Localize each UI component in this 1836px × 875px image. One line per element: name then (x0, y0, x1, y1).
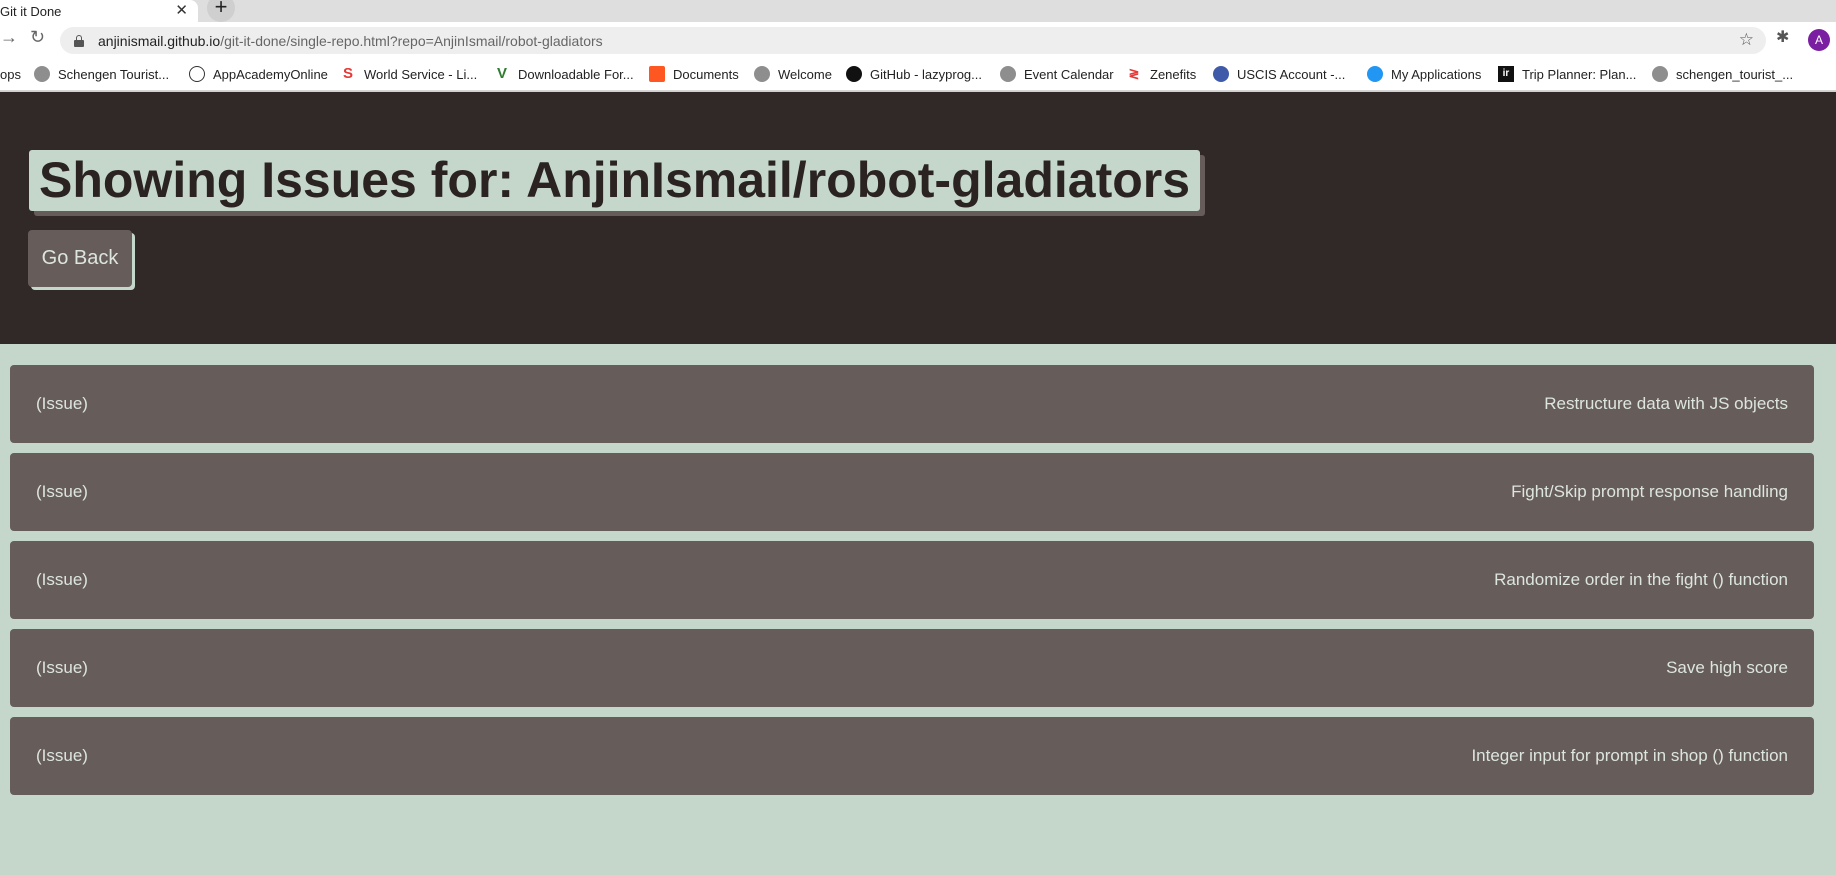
globe-icon (1000, 66, 1016, 82)
bookmark-label: Event Calendar (1024, 66, 1114, 82)
bookmark-label: AppAcademyOnline (213, 66, 328, 82)
bookmark-apps[interactable]: ops (0, 59, 21, 89)
tab-strip: Git it Done ✕ + (0, 0, 1836, 22)
ir-icon: ir (1498, 66, 1514, 82)
address-bar[interactable]: anjinismail.github.io/git-it-done/single… (60, 27, 1766, 54)
issue-item[interactable]: (Issue) Restructure data with JS objects (10, 365, 1814, 443)
url-text: anjinismail.github.io/git-it-done/single… (98, 33, 603, 49)
aao-icon (189, 66, 205, 82)
bookmark-downloadable[interactable]: V Downloadable For... (494, 59, 634, 89)
lightbulb-icon (1367, 66, 1383, 82)
url-host: anjinismail.github.io (98, 32, 221, 49)
ws-icon: S (342, 65, 353, 82)
v-icon: V (496, 65, 507, 82)
reload-icon[interactable]: ↻ (30, 27, 45, 48)
issue-item[interactable]: (Issue) Fight/Skip prompt response handl… (10, 453, 1814, 531)
bookmark-documents[interactable]: Documents (649, 59, 739, 89)
bookmark-world-service[interactable]: S World Service - Li... (340, 59, 477, 89)
issue-type: (Issue) (36, 394, 88, 413)
bookmark-label: ops (0, 66, 21, 82)
issue-title: Randomize order in the fight () function (1494, 570, 1788, 589)
bookmark-appacademy[interactable]: AppAcademyOnline (189, 59, 328, 89)
bookmark-label: Documents (673, 66, 739, 82)
lock-icon[interactable] (74, 34, 84, 47)
bookmark-schengen-tourist[interactable]: schengen_tourist_... (1652, 59, 1793, 89)
forward-arrow-icon[interactable]: → (0, 27, 18, 48)
issue-title: Restructure data with JS objects (1544, 394, 1788, 413)
tab-title: Git it Done (0, 3, 62, 19)
issue-item[interactable]: (Issue) Integer input for prompt in shop… (10, 717, 1814, 795)
browser-tab[interactable]: Git it Done ✕ (0, 0, 198, 22)
docs-icon (649, 66, 665, 82)
bookmark-label: Zenefits (1150, 66, 1197, 82)
bookmark-star-icon[interactable]: ☆ (1739, 30, 1754, 50)
globe-icon (754, 66, 770, 82)
github-icon (846, 66, 862, 82)
page-title: Showing Issues for: AnjinIsmail/robot-gl… (29, 150, 1201, 211)
bookmark-label: Schengen Tourist... (58, 66, 170, 82)
bookmark-github[interactable]: GitHub - lazyprog... (846, 59, 982, 89)
bookmark-trip-planner[interactable]: ir Trip Planner: Plan... (1498, 59, 1636, 89)
close-tab-icon[interactable]: ✕ (175, 1, 188, 19)
bookmark-welcome[interactable]: Welcome (754, 59, 832, 89)
extensions-puzzle-icon[interactable]: ✱ (1776, 27, 1789, 47)
bookmark-label: Welcome (778, 66, 832, 82)
bookmark-label: Trip Planner: Plan... (1522, 66, 1637, 82)
issue-type: (Issue) (36, 482, 88, 501)
bookmark-label: GitHub - lazyprog... (870, 66, 982, 82)
bookmark-label: Downloadable For... (518, 66, 634, 82)
bookmark-event-calendar[interactable]: Event Calendar (1000, 59, 1114, 89)
issue-item[interactable]: (Issue) Save high score (10, 629, 1814, 707)
bookmark-label: World Service - Li... (364, 66, 478, 82)
bookmark-label: My Applications (1391, 66, 1482, 82)
bookmark-zenefits[interactable]: ≷ Zenefits (1126, 59, 1197, 89)
issue-type: (Issue) (36, 658, 88, 677)
bookmark-my-applications[interactable]: My Applications (1367, 59, 1481, 89)
bookmarks-bar: ops Schengen Tourist... AppAcademyOnline… (0, 59, 1836, 91)
bookmark-uscis[interactable]: USCIS Account -... (1213, 59, 1345, 89)
profile-avatar[interactable]: A (1808, 29, 1830, 51)
uscis-icon (1213, 66, 1229, 82)
zenefits-icon: ≷ (1128, 66, 1140, 81)
globe-icon (34, 66, 50, 82)
page-header (0, 92, 1836, 344)
issues-list: (Issue) Restructure data with JS objects… (10, 365, 1814, 805)
issue-type: (Issue) (36, 570, 88, 589)
issue-type: (Issue) (36, 746, 88, 765)
go-back-button[interactable]: Go Back (28, 230, 132, 287)
bookmark-label: schengen_tourist_... (1676, 66, 1794, 82)
browser-toolbar: → ↻ anjinismail.github.io/git-it-done/si… (0, 22, 1836, 59)
issue-item[interactable]: (Issue) Randomize order in the fight () … (10, 541, 1814, 619)
url-path: /git-it-done/single-repo.html?repo=Anjin… (220, 32, 603, 49)
issue-title: Integer input for prompt in shop () func… (1471, 746, 1788, 765)
bookmark-label: USCIS Account -... (1237, 66, 1346, 82)
new-tab-icon[interactable]: + (207, 0, 235, 22)
issue-title: Fight/Skip prompt response handling (1511, 482, 1788, 501)
bookmark-schengen[interactable]: Schengen Tourist... (34, 59, 169, 89)
issue-title: Save high score (1666, 658, 1788, 677)
globe-icon (1652, 66, 1668, 82)
